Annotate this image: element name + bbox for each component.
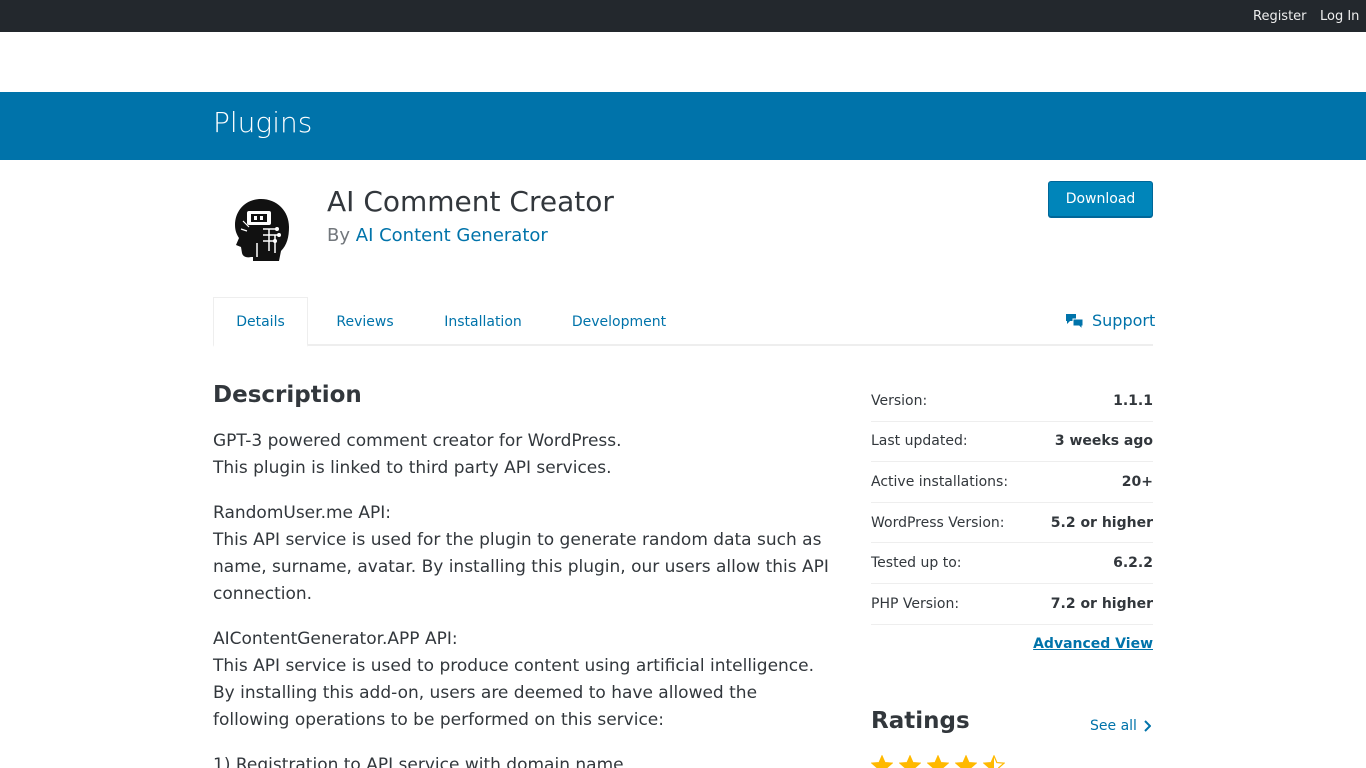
meta-row-wordpress-version: WordPress Version: 5.2 or higher [871, 503, 1153, 544]
banner-title[interactable]: Plugins [213, 106, 312, 139]
meta-label: PHP Version: [871, 595, 960, 612]
plugin-icon [213, 181, 309, 277]
description-paragraph: GPT-3 powered comment creator for WordPr… [213, 428, 833, 482]
support-label: Support [1092, 311, 1156, 330]
meta-row-version: Version: 1.1.1 [871, 381, 1153, 422]
by-prefix: By [327, 225, 351, 246]
plugins-banner: Plugins [0, 92, 1366, 160]
chevron-right-icon [1144, 720, 1151, 732]
meta-row-last-updated: Last updated: 3 weeks ago [871, 422, 1153, 463]
tab-development[interactable]: Development [569, 297, 669, 346]
tab-installation[interactable]: Installation [441, 297, 525, 346]
star-icon [983, 755, 1005, 768]
description-line: GPT-3 powered comment creator for WordPr… [213, 431, 622, 451]
star-icon [871, 755, 893, 768]
plugin-tabs: Details Reviews Installation Development… [213, 297, 1155, 347]
meta-value: 5.2 or higher [1050, 514, 1153, 531]
description-paragraph: RandomUser.me API: This API service is u… [213, 500, 833, 608]
meta-label: WordPress Version: [871, 514, 1005, 531]
ratings-heading: Ratings [871, 708, 970, 734]
description-line: 1) Registration to API service with doma… [213, 755, 624, 768]
plugin-meta: Version: 1.1.1 Last updated: 3 weeks ago… [871, 381, 1153, 652]
meta-label: Version: [871, 392, 928, 409]
star-icon [899, 755, 921, 768]
description-line: This API service is used for the plugin … [213, 530, 829, 604]
meta-value: 20+ [1121, 473, 1153, 490]
description-line: RandomUser.me API: [213, 503, 392, 523]
see-all-ratings-link[interactable]: See all [1090, 718, 1151, 734]
advanced-view-link[interactable]: Advanced View [1033, 636, 1153, 652]
admin-top-bar: Register Log In [0, 0, 1366, 32]
see-all-label: See all [1090, 718, 1137, 734]
meta-value: 6.2.2 [1113, 555, 1153, 572]
login-link[interactable]: Log In [1320, 9, 1359, 24]
description-heading: Description [213, 382, 362, 408]
register-link[interactable]: Register [1253, 9, 1307, 24]
meta-label: Tested up to: [871, 555, 962, 572]
meta-value: 1.1.1 [1113, 392, 1153, 409]
description-line: This plugin is linked to third party API… [213, 458, 612, 478]
speech-bubbles-icon [1066, 313, 1084, 330]
download-button[interactable]: Download [1048, 181, 1153, 217]
plugin-author: By AI Content Generator [327, 225, 548, 246]
meta-row-php-version: PHP Version: 7.2 or higher [871, 584, 1153, 625]
meta-label: Last updated: [871, 433, 968, 450]
author-link[interactable]: AI Content Generator [356, 225, 548, 246]
description-line: AIContentGenerator.APP API: [213, 629, 458, 649]
meta-row-active-installations: Active installations: 20+ [871, 462, 1153, 503]
meta-value: 3 weeks ago [1054, 433, 1153, 450]
star-rating [871, 755, 1005, 768]
ai-head-icon [235, 199, 289, 261]
description-section: Description GPT-3 powered comment creato… [213, 382, 833, 768]
plugin-title: AI Comment Creator [327, 185, 614, 218]
support-link[interactable]: Support [1065, 311, 1155, 330]
star-icon [927, 755, 949, 768]
tab-details[interactable]: Details [213, 297, 308, 347]
meta-label: Active installations: [871, 473, 1009, 490]
description-paragraph: AIContentGenerator.APP API: This API ser… [213, 626, 833, 734]
meta-row-tested-up-to: Tested up to: 6.2.2 [871, 543, 1153, 584]
description-line: This API service is used to produce cont… [213, 656, 815, 730]
tab-reviews[interactable]: Reviews [333, 297, 397, 346]
star-icon [955, 755, 977, 768]
description-paragraph: 1) Registration to API service with doma… [213, 752, 833, 768]
meta-value: 7.2 or higher [1050, 595, 1153, 612]
